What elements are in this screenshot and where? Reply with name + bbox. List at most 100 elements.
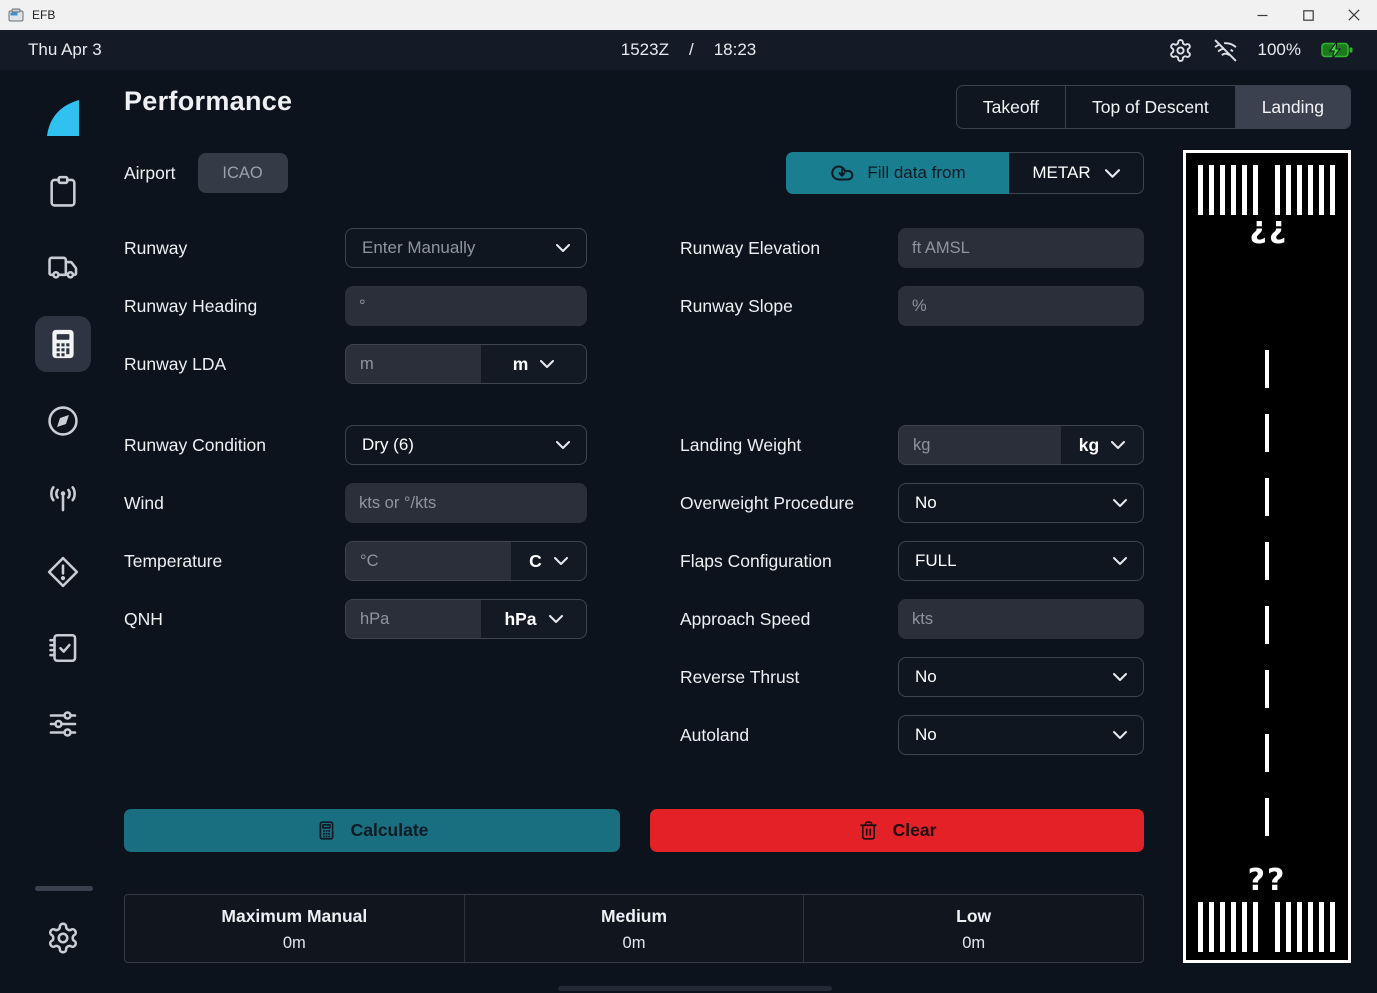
tab-landing[interactable]: Landing xyxy=(1235,86,1350,128)
runway-slope-label: Runway Slope xyxy=(680,296,898,317)
sidebar-item-alerts[interactable] xyxy=(35,544,91,600)
sidebar-item-flightplan[interactable] xyxy=(35,164,91,220)
qnh-field: hPa xyxy=(345,599,587,639)
status-bar: Thu Apr 3 1523Z/18:23 100% xyxy=(0,30,1377,70)
overweight-procedure-select[interactable]: No xyxy=(898,483,1144,523)
result-medium-label: Medium xyxy=(465,906,804,927)
chevron-down-icon xyxy=(540,360,554,368)
qnh-unit-value: hPa xyxy=(504,609,536,630)
battery-percent: 100% xyxy=(1258,40,1301,60)
overweight-procedure-label: Overweight Procedure xyxy=(680,493,898,514)
result-maximum-manual-value: 0m xyxy=(125,934,464,953)
qnh-input[interactable] xyxy=(346,600,481,638)
close-button[interactable] xyxy=(1331,0,1377,30)
airport-icao-input[interactable] xyxy=(198,153,288,193)
runway-lda-unit-select[interactable]: m xyxy=(481,345,586,383)
calculator-icon xyxy=(316,820,337,841)
chevron-down-icon xyxy=(549,615,563,623)
reverse-thrust-value: No xyxy=(915,667,1113,687)
reverse-thrust-label: Reverse Thrust xyxy=(680,667,898,688)
sliders-icon xyxy=(46,707,80,741)
sidebar-item-navigation[interactable] xyxy=(35,393,91,449)
cloud-download-icon xyxy=(829,162,855,184)
runway-lda-input[interactable] xyxy=(346,345,481,383)
temperature-unit-select[interactable]: C xyxy=(511,542,586,580)
autoland-select[interactable]: No xyxy=(898,715,1144,755)
sidebar-item-home[interactable] xyxy=(35,90,91,146)
chevron-down-icon xyxy=(1111,441,1125,449)
sidebar-item-performance[interactable] xyxy=(35,316,91,372)
minimize-icon xyxy=(1257,10,1268,21)
overweight-procedure-value: No xyxy=(915,493,1113,513)
runway-lda-label: Runway LDA xyxy=(124,354,345,375)
sidebar-item-settings[interactable] xyxy=(35,910,91,966)
warning-diamond-icon xyxy=(46,555,80,589)
sidebar-divider xyxy=(35,886,93,891)
approach-speed-input[interactable] xyxy=(898,599,1144,639)
maximize-button[interactable] xyxy=(1285,0,1331,30)
antenna-icon xyxy=(46,481,80,515)
landing-weight-input[interactable] xyxy=(899,426,1061,464)
close-icon xyxy=(1348,9,1360,21)
fill-data-button[interactable]: Fill data from xyxy=(786,152,1009,194)
runway-lda-unit-value: m xyxy=(513,354,529,375)
time-separator: / xyxy=(689,40,694,59)
temperature-input[interactable] xyxy=(346,542,511,580)
runway-slope-input[interactable] xyxy=(898,286,1144,326)
main-panel: Airport Fill data from METAR Runway Ent xyxy=(124,70,1144,993)
sidebar-item-ground-ops[interactable] xyxy=(35,239,91,295)
calculate-button[interactable]: Calculate xyxy=(124,809,620,852)
result-low: Low 0m xyxy=(803,895,1143,962)
qnh-label: QNH xyxy=(124,609,345,630)
runway-threshold-stripes xyxy=(1198,902,1258,952)
result-low-value: 0m xyxy=(804,934,1143,953)
results-panel: Maximum Manual 0m Medium 0m Low 0m xyxy=(124,894,1144,963)
runway-condition-label: Runway Condition xyxy=(124,435,345,456)
sidebar-item-radio[interactable] xyxy=(35,470,91,526)
clear-button[interactable]: Clear xyxy=(650,809,1144,852)
sidebar-item-options[interactable] xyxy=(35,696,91,752)
runway-far-marking: ?? xyxy=(1186,213,1348,248)
runway-centerline xyxy=(1265,350,1269,848)
chevron-down-icon xyxy=(1105,169,1120,178)
result-maximum-manual-label: Maximum Manual xyxy=(125,906,464,927)
fill-source-select[interactable]: METAR xyxy=(1009,152,1144,194)
landing-weight-unit-select[interactable]: kg xyxy=(1061,426,1143,464)
temperature-field: C xyxy=(345,541,587,581)
calculator-icon xyxy=(46,327,80,361)
sidebar-item-checklists[interactable] xyxy=(35,620,91,676)
reverse-thrust-select[interactable]: No xyxy=(898,657,1144,697)
runway-select-value: Enter Manually xyxy=(362,238,556,258)
wind-input[interactable] xyxy=(345,483,587,523)
chevron-down-icon xyxy=(1113,731,1127,739)
runway-heading-input[interactable] xyxy=(345,286,587,326)
runway-condition-select[interactable]: Dry (6) xyxy=(345,425,587,465)
fill-data-group: Fill data from METAR xyxy=(786,152,1144,194)
runway-elevation-input[interactable] xyxy=(898,228,1144,268)
runway-lda-field: m xyxy=(345,344,587,384)
result-medium: Medium 0m xyxy=(464,895,804,962)
result-low-label: Low xyxy=(804,906,1143,927)
runway-condition-value: Dry (6) xyxy=(362,435,556,455)
utc-time: 1523Z xyxy=(621,40,669,59)
compass-icon xyxy=(46,404,80,438)
horizontal-scrollbar[interactable] xyxy=(558,986,832,991)
runway-near-marking: ?? xyxy=(1186,863,1348,898)
sidebar xyxy=(0,70,110,993)
wifi-off-icon xyxy=(1213,38,1238,63)
window-title: EFB xyxy=(32,8,55,22)
local-time: 18:23 xyxy=(714,40,757,59)
runway-label: Runway xyxy=(124,238,345,259)
gear-icon[interactable] xyxy=(1168,38,1193,63)
trash-icon xyxy=(858,820,879,841)
chevron-down-icon xyxy=(1113,557,1127,565)
flaps-configuration-select[interactable]: FULL xyxy=(898,541,1144,581)
autoland-value: No xyxy=(915,725,1113,745)
runway-heading-label: Runway Heading xyxy=(124,296,345,317)
qnh-unit-select[interactable]: hPa xyxy=(481,600,586,638)
minimize-button[interactable] xyxy=(1239,0,1285,30)
window-titlebar: EFB xyxy=(0,0,1377,30)
clipboard-icon xyxy=(46,175,80,209)
clear-label: Clear xyxy=(893,820,937,841)
runway-select[interactable]: Enter Manually xyxy=(345,228,587,268)
